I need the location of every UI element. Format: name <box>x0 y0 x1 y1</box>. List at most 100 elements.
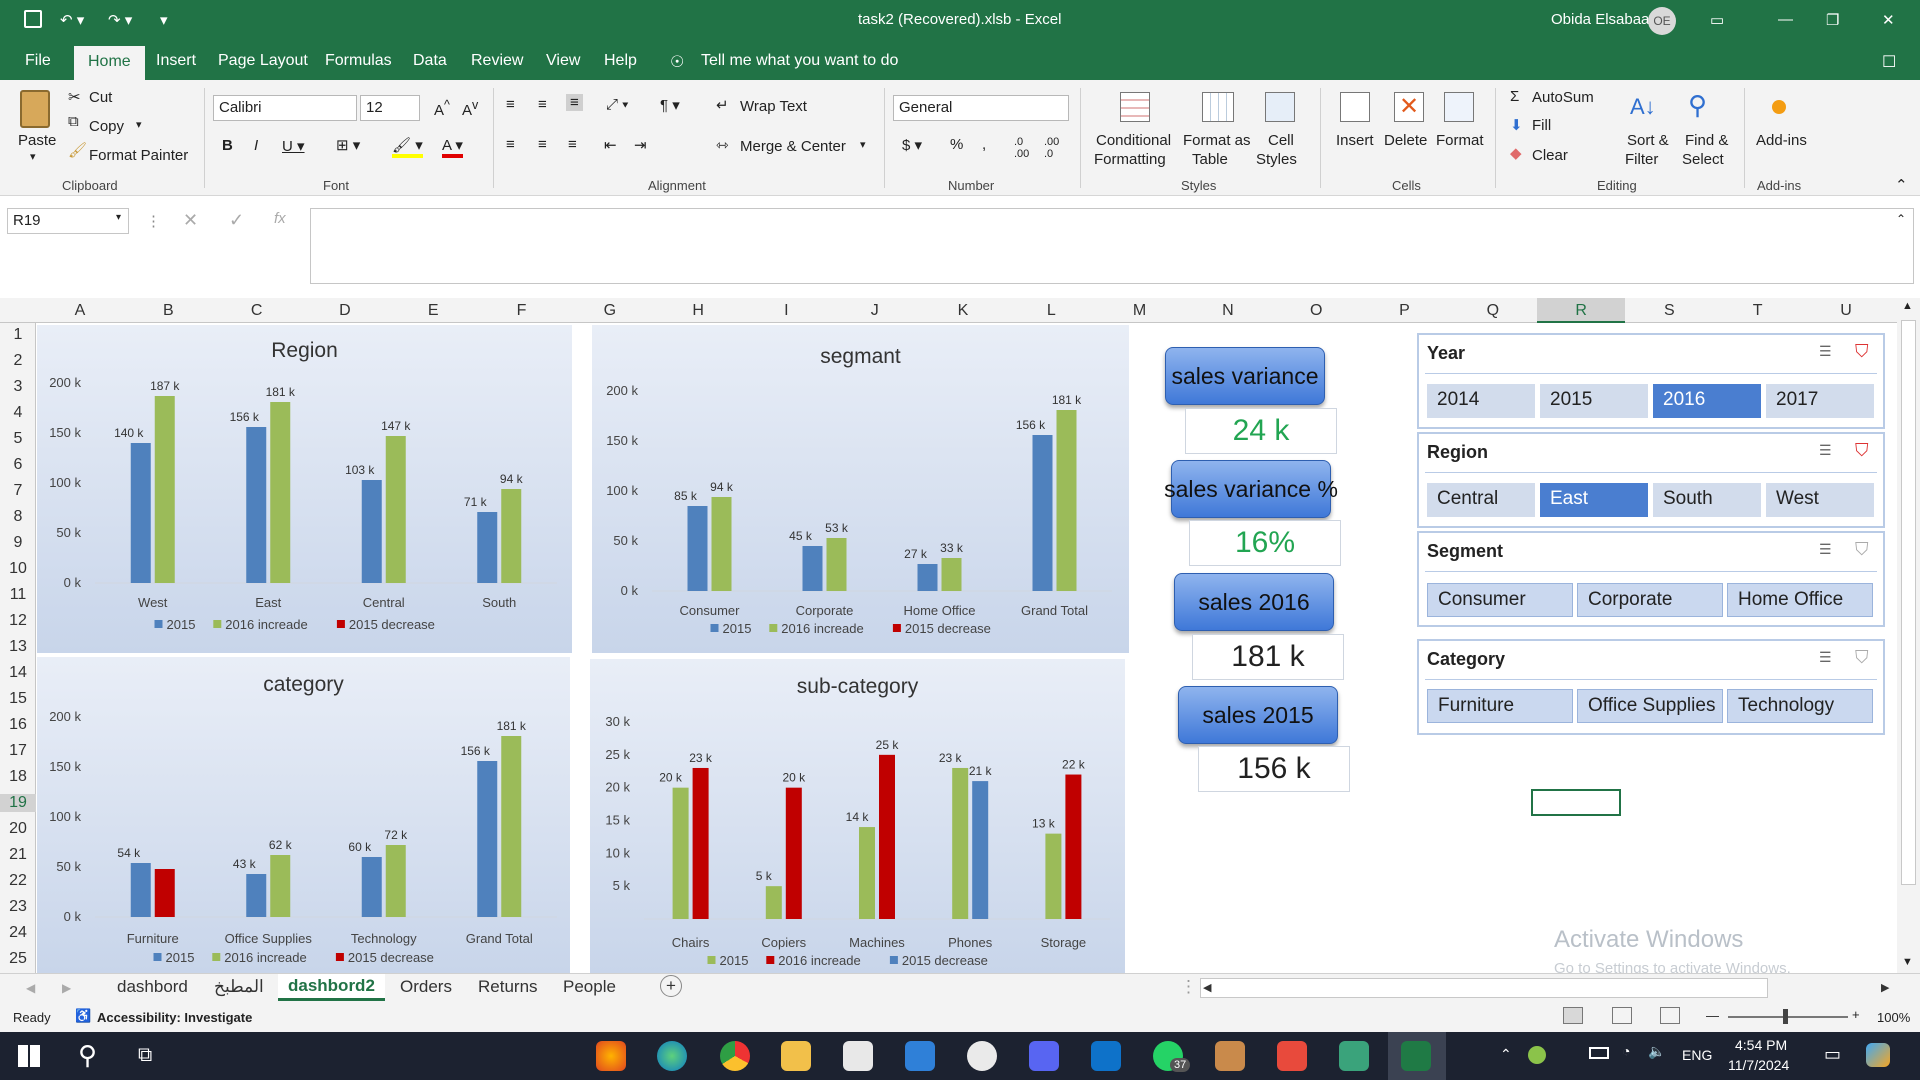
addins-button[interactable]: Add-ins <box>1756 132 1807 149</box>
tab-formulas[interactable]: Formulas <box>325 52 392 70</box>
visio-icon[interactable] <box>1339 1041 1369 1071</box>
horizontal-scrollbar[interactable] <box>1200 978 1768 998</box>
tab-insert[interactable]: Insert <box>156 52 196 70</box>
merge-center-button[interactable]: Merge & Center <box>740 138 846 155</box>
slicer-item-2016[interactable]: 2016 <box>1653 384 1761 418</box>
increase-decimal-icon[interactable]: .0.00 <box>1014 136 1029 160</box>
clear-filter-icon[interactable]: ⛉ <box>1855 647 1869 668</box>
cut-button[interactable]: Cut <box>89 89 112 106</box>
column-header-f[interactable]: F <box>478 302 566 320</box>
tab-home[interactable]: Home <box>74 46 145 80</box>
row-header-19[interactable]: 19 <box>0 794 36 812</box>
align-bottom-icon[interactable]: ≡ <box>566 94 583 111</box>
name-box-arrow-icon[interactable]: ▾ <box>116 212 121 223</box>
column-header-u[interactable]: U <box>1802 302 1890 320</box>
align-right-icon[interactable]: ≡ <box>568 136 577 153</box>
app-store-icon[interactable] <box>967 1041 997 1071</box>
slicer-item-home-office[interactable]: Home Office <box>1727 583 1873 617</box>
column-header-e[interactable]: E <box>389 302 477 320</box>
comma-icon[interactable]: , <box>982 136 986 153</box>
row-header-3[interactable]: 3 <box>0 378 36 396</box>
volume-icon[interactable]: 🔈 <box>1648 1043 1665 1060</box>
fill-button[interactable]: Fill <box>1532 117 1551 134</box>
font-name-select[interactable]: Calibri <box>213 95 357 121</box>
row-header-15[interactable]: 15 <box>0 690 36 708</box>
multi-select-icon[interactable]: ☰ <box>1819 649 1832 666</box>
row-header-7[interactable]: 7 <box>0 482 36 500</box>
increase-font-icon[interactable]: A^ <box>434 98 450 119</box>
customize-qat-icon[interactable]: ▾ <box>160 11 168 29</box>
column-header-p[interactable]: P <box>1361 302 1449 320</box>
hidden-icons-icon[interactable]: ⌃ <box>1500 1046 1512 1063</box>
expand-formula-icon[interactable]: ⌃ <box>1896 212 1906 226</box>
decrease-indent-icon[interactable]: ⇤ <box>604 136 617 154</box>
format-cells-button[interactable]: Format <box>1436 132 1484 149</box>
slicer-item-east[interactable]: East <box>1540 483 1648 517</box>
formula-options-icon[interactable]: ⋮ <box>146 212 161 230</box>
slicer-item-technology[interactable]: Technology <box>1727 689 1873 723</box>
percent-icon[interactable]: % <box>950 136 963 153</box>
scroll-right-icon[interactable]: ▶ <box>1881 981 1889 994</box>
clear-button[interactable]: Clear <box>1532 147 1568 164</box>
multi-select-icon[interactable]: ☰ <box>1819 343 1832 360</box>
mail-icon[interactable] <box>905 1041 935 1071</box>
prev-sheet-icon[interactable]: ◀ <box>26 981 35 995</box>
sheet-tab-dashbord2[interactable]: dashbord2 <box>278 974 385 1001</box>
wrap-text-button[interactable]: Wrap Text <box>740 98 807 115</box>
autosum-button[interactable]: AutoSum <box>1532 89 1594 106</box>
zoom-out-icon[interactable]: — <box>1706 1008 1719 1023</box>
row-header-16[interactable]: 16 <box>0 716 36 734</box>
chrome-icon[interactable] <box>720 1041 750 1071</box>
align-middle-icon[interactable]: ≡ <box>538 96 547 113</box>
sheets-app-icon[interactable] <box>1277 1041 1307 1071</box>
minimize-icon[interactable]: — <box>1778 11 1793 28</box>
slicer-segment[interactable]: Segment ☰ ⛉ Consumer Corporate Home Offi… <box>1417 531 1885 627</box>
orientation-icon[interactable]: ⤢ ▾ <box>606 96 628 113</box>
tray-app-icon[interactable] <box>1528 1046 1546 1064</box>
chart-region[interactable]: Region 0 k 50 k 100 k 150 k 200 k West 140 k 18… <box>37 325 572 653</box>
vertical-scrollbar[interactable]: ▲ ▼ <box>1897 298 1920 973</box>
column-header-h[interactable]: H <box>654 302 742 320</box>
paste-arrow-icon[interactable]: ▾ <box>30 150 36 163</box>
task-view-icon[interactable]: ⧉ <box>138 1044 152 1067</box>
row-header-20[interactable]: 20 <box>0 820 36 838</box>
save-icon[interactable] <box>24 10 42 28</box>
column-header-q[interactable]: Q <box>1449 302 1537 320</box>
paste-icon[interactable] <box>20 90 50 128</box>
row-header-18[interactable]: 18 <box>0 768 36 786</box>
align-left-icon[interactable]: ≡ <box>506 136 515 153</box>
select-all-corner[interactable] <box>0 298 36 323</box>
edge-icon[interactable] <box>657 1041 687 1071</box>
row-header-22[interactable]: 22 <box>0 872 36 890</box>
align-top-icon[interactable]: ≡ <box>506 96 515 113</box>
slicer-year[interactable]: Year ☰ ⛉ 2014 2015 2016 2017 <box>1417 333 1885 429</box>
column-header-m[interactable]: M <box>1096 302 1184 320</box>
decrease-font-icon[interactable]: Av <box>462 98 478 119</box>
kpi-sales-variance-pct-button[interactable]: sales variance % <box>1164 460 1338 518</box>
page-layout-view-icon[interactable] <box>1612 1007 1632 1024</box>
column-header-c[interactable]: C <box>213 302 301 320</box>
row-header-11[interactable]: 11 <box>0 586 36 604</box>
copy-arrow-icon[interactable]: ▾ <box>136 118 142 131</box>
bold-icon[interactable]: B <box>222 137 233 154</box>
conditional-formatting-button[interactable]: Conditional <box>1096 132 1171 149</box>
accessibility-status[interactable]: Accessibility: Investigate <box>97 1010 252 1025</box>
fill-color-icon[interactable]: 🖌 ▾ <box>392 136 423 158</box>
cell-styles-button[interactable]: Cell <box>1268 132 1294 149</box>
column-header-a[interactable]: A <box>36 302 124 320</box>
slicer-item-central[interactable]: Central <box>1427 483 1535 517</box>
row-header-2[interactable]: 2 <box>0 352 36 370</box>
undo-icon[interactable]: ↶ ▾ <box>60 11 84 29</box>
clear-filter-icon[interactable]: ⛉ <box>1855 341 1869 362</box>
column-header-b[interactable]: B <box>124 302 212 320</box>
tab-file[interactable]: File <box>25 52 51 70</box>
insert-function-icon[interactable]: fx <box>274 210 286 227</box>
slicer-region[interactable]: Region ☰ ⛉ Central East South West <box>1417 432 1885 528</box>
excel-icon[interactable] <box>1401 1041 1431 1071</box>
firefox-icon[interactable] <box>596 1041 626 1071</box>
slicer-item-2017[interactable]: 2017 <box>1766 384 1874 418</box>
row-header-23[interactable]: 23 <box>0 898 36 916</box>
copilot-icon[interactable] <box>1866 1043 1890 1067</box>
chart-category[interactable]: category 0 k 50 k 100 k 150 k 200 k Furniture… <box>37 657 570 973</box>
row-header-14[interactable]: 14 <box>0 664 36 682</box>
